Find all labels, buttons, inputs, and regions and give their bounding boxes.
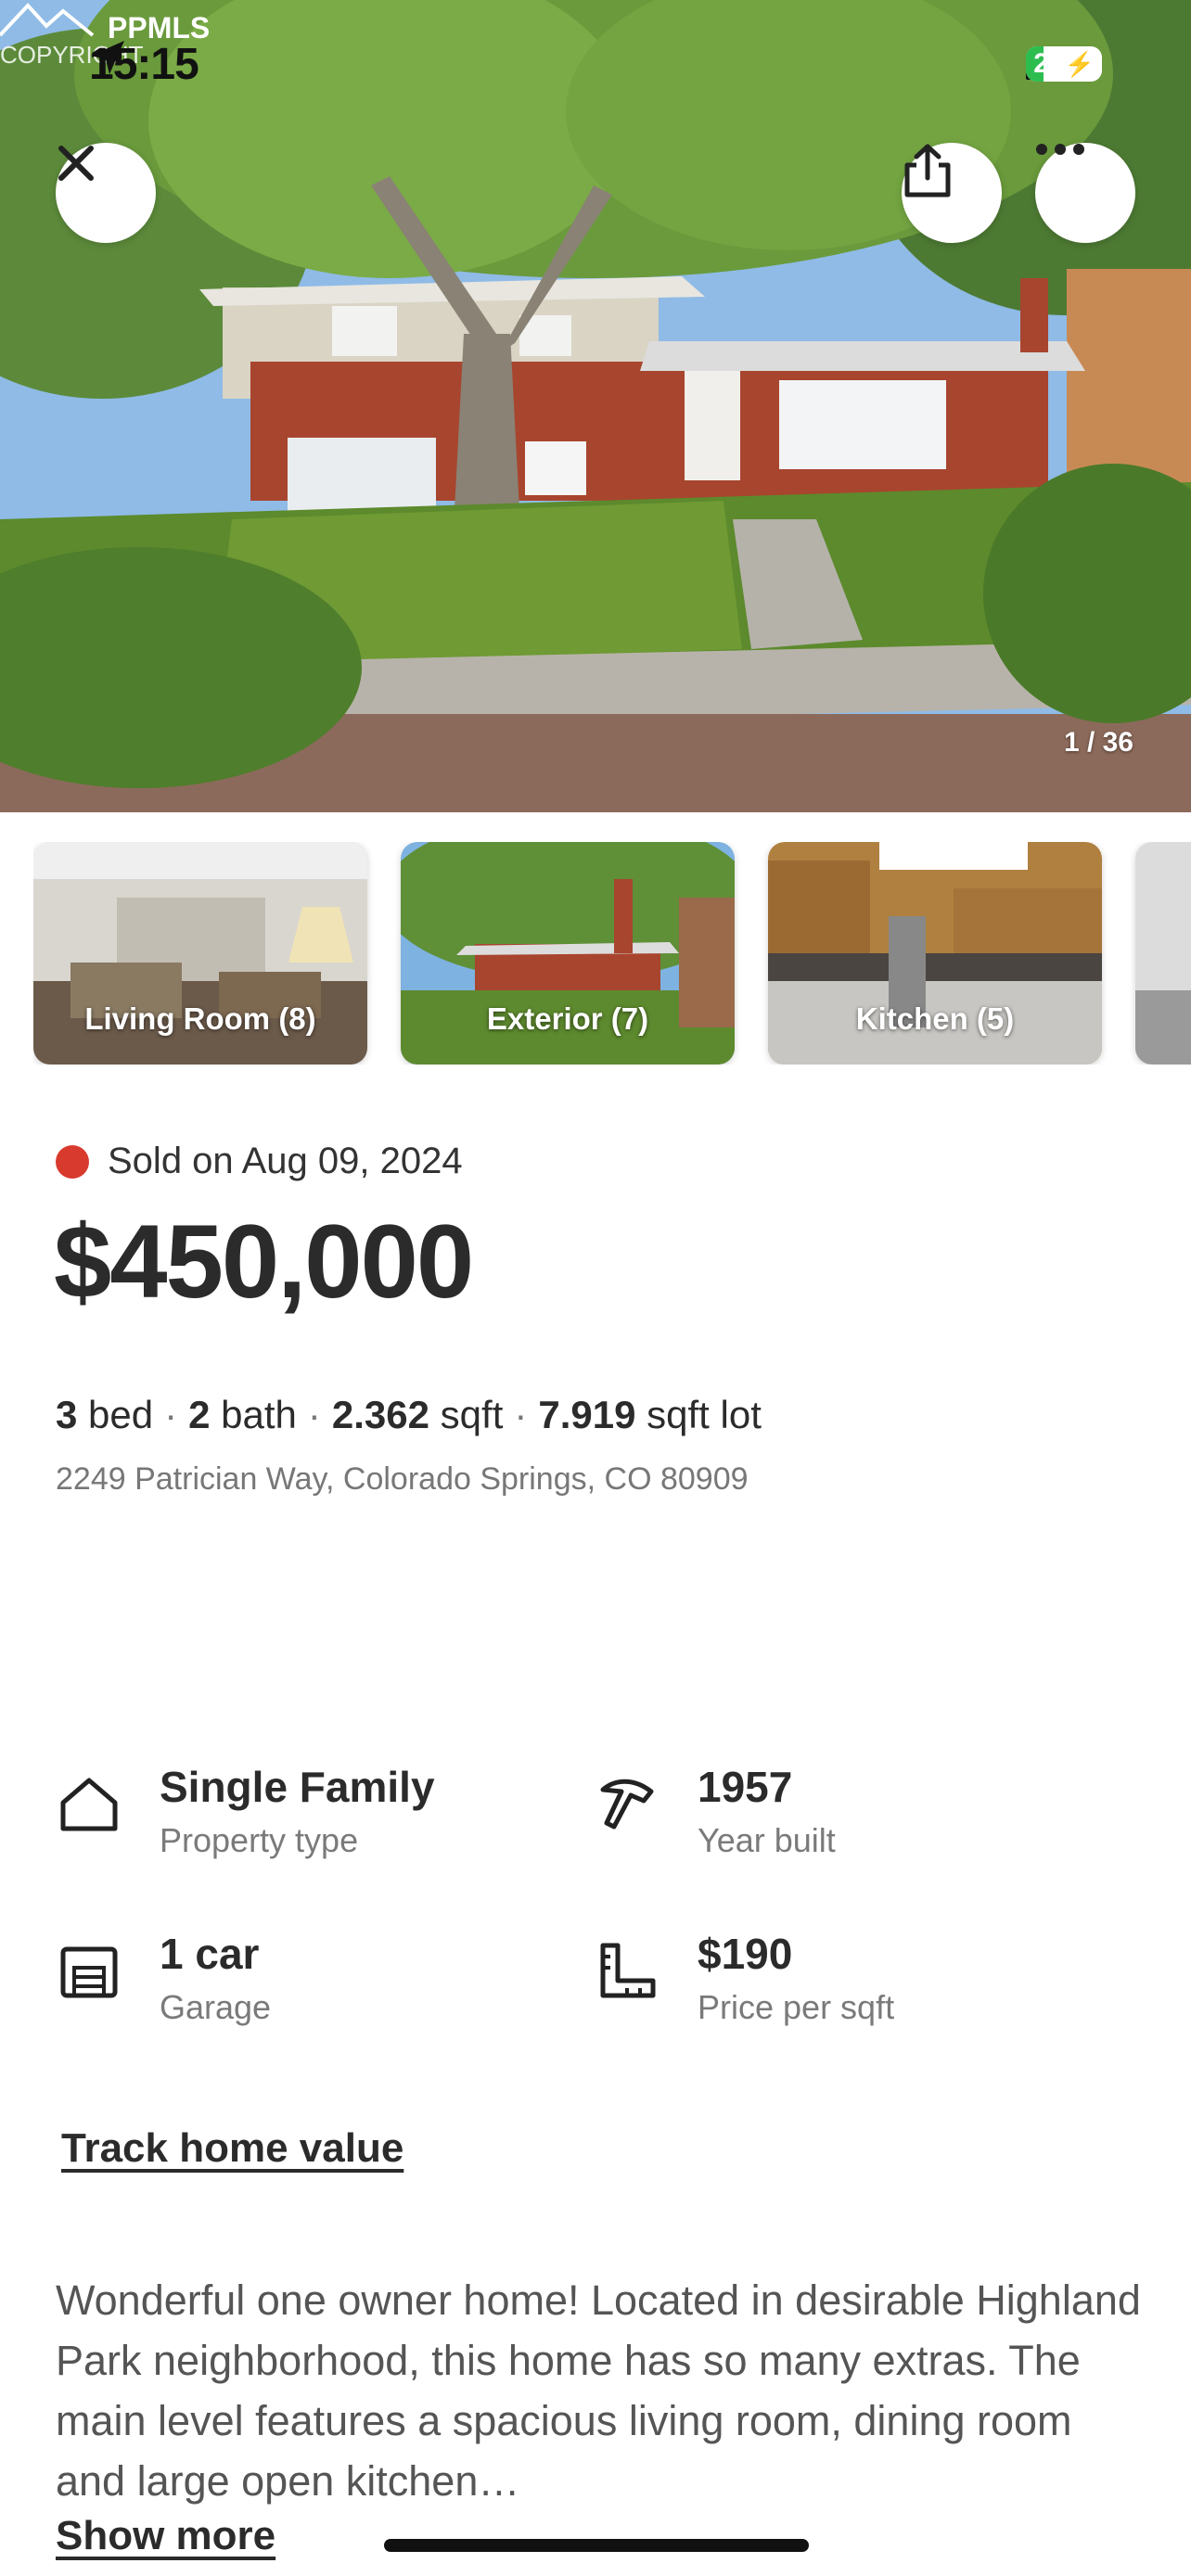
- detail-year-built: 1957 Year built: [594, 1762, 836, 1860]
- thumbnail-living-room[interactable]: Living Room (8): [33, 842, 367, 1065]
- thumbnail-label: Exterior (7): [486, 1001, 649, 1036]
- garage-icon: [60, 1946, 118, 1998]
- price-per-sqft-label: Price per sqft: [698, 1988, 895, 2026]
- battery-level: 23: [1033, 48, 1065, 79]
- hero-photo[interactable]: PPMLS COPYRIGHT 15:15 23 ⚡ 1 / 36: [0, 0, 1191, 812]
- baths-count: 2: [188, 1393, 211, 1436]
- beds-count: 3: [56, 1393, 78, 1436]
- battery-indicator: 23 ⚡: [1026, 46, 1102, 82]
- track-home-value-link[interactable]: Track home value: [61, 2125, 403, 2172]
- thumbnail-label: Living Room (8): [84, 1001, 316, 1036]
- year-built-label: Year built: [698, 1821, 836, 1859]
- mountain-logo-icon: [0, 3, 95, 37]
- detail-property-type: Single Family Property type: [56, 1762, 435, 1860]
- status-dot-icon: [56, 1144, 89, 1179]
- price-per-sqft-value: $190: [698, 1930, 793, 1978]
- close-button[interactable]: [56, 143, 156, 243]
- show-more-link[interactable]: Show more: [56, 2513, 275, 2559]
- detail-price-per-sqft: $190 Price per sqft: [594, 1929, 894, 2027]
- year-built-value: 1957: [698, 1763, 793, 1811]
- sqft-label: sqft: [440, 1393, 504, 1436]
- house-icon: [60, 1778, 118, 1831]
- sold-status-text: Sold on Aug 09, 2024: [108, 1141, 463, 1181]
- share-button[interactable]: [902, 143, 1002, 243]
- thumbnail-kitchen[interactable]: Kitchen (5): [768, 842, 1102, 1065]
- thumbnail-next[interactable]: [1135, 842, 1191, 1065]
- photo-counter: 1 / 36: [1063, 727, 1133, 758]
- hammer-icon: [600, 1779, 654, 1830]
- lot-label: sqft lot: [647, 1393, 762, 1436]
- listing-description: Wonderful one owner home! Located in des…: [56, 2276, 1141, 2505]
- photo-category-strip[interactable]: Living Room (8) Exterior (7) Kitchen (5): [33, 842, 1191, 1065]
- property-type-value: Single Family: [160, 1763, 435, 1811]
- ruler-icon: [600, 1943, 656, 1998]
- lot-value: 7.919: [538, 1393, 636, 1436]
- home-indicator[interactable]: [384, 2539, 809, 2552]
- garage-value: 1 car: [160, 1930, 260, 1978]
- sold-status: Sold on Aug 09, 2024: [56, 1141, 463, 1182]
- more-dots-icon: [1036, 144, 1084, 155]
- listing-facts: 3 bed · 2 bath · 2.362 sqft · 7.919 sqft lot: [56, 1393, 762, 1436]
- house-photo: [0, 0, 1191, 812]
- detail-garage: 1 car Garage: [56, 1929, 271, 2027]
- property-type-label: Property type: [160, 1821, 359, 1859]
- baths-label: bath: [221, 1393, 297, 1436]
- location-arrow-icon: [91, 41, 124, 74]
- sqft-value: 2.362: [331, 1393, 429, 1436]
- beds-label: bed: [88, 1393, 154, 1436]
- thumbnail-label: Kitchen (5): [855, 1001, 1015, 1036]
- garage-label: Garage: [160, 1988, 272, 2026]
- thumbnail-exterior[interactable]: Exterior (7): [401, 842, 735, 1065]
- listing-address: 2249 Patrician Way, Colorado Springs, CO…: [56, 1461, 749, 1497]
- status-indicators: 23 ⚡: [1026, 46, 1102, 82]
- next-photo: [1135, 842, 1191, 1065]
- status-time: 15:15: [89, 40, 199, 89]
- share-icon: [904, 144, 951, 198]
- close-icon: [58, 146, 94, 181]
- more-options-button[interactable]: [1035, 143, 1135, 243]
- listing-price: $450,000: [54, 1204, 474, 1320]
